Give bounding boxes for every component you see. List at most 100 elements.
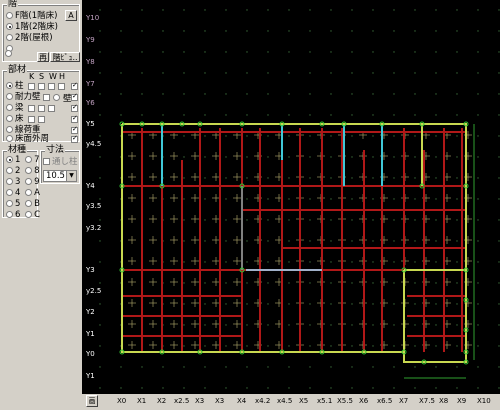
x-axis-label: X0 <box>117 397 127 405</box>
grid-dot <box>456 219 458 221</box>
material-radio-a[interactable] <box>25 189 33 196</box>
grid-dot <box>309 303 311 305</box>
floor-option-3[interactable]: 2階(屋根) <box>6 33 53 44</box>
through-column-option[interactable]: 通し柱 <box>43 157 78 168</box>
floor-a-button[interactable]: A <box>65 10 77 21</box>
material-row-1[interactable]: 1 7 <box>6 155 40 166</box>
grid-dot <box>351 198 353 200</box>
material-radio-5[interactable] <box>6 200 13 207</box>
member-floor-perimeter[interactable]: 床面外周 <box>6 134 49 145</box>
floor-radio-5[interactable] <box>5 50 12 57</box>
grid-dot <box>393 261 395 263</box>
grid-dot <box>309 198 311 200</box>
x-axis-label: X5.5 <box>337 397 353 405</box>
floor-radio-2[interactable] <box>6 23 13 30</box>
floor-visible-check[interactable] <box>71 114 78 123</box>
member-label-floor-perimeter: 床面外周 <box>15 134 50 144</box>
grid-dot <box>456 282 458 284</box>
grid-dot <box>246 156 248 158</box>
material-radio-2[interactable] <box>6 167 13 174</box>
material-row-4[interactable]: 4 A <box>6 188 40 199</box>
floor-perimeter-visible-check[interactable] <box>71 134 78 143</box>
member-beam[interactable]: 梁 <box>6 103 24 114</box>
floor-view-button[interactable]: 階ﾋﾞｭ.. <box>50 52 80 62</box>
grid-dot <box>351 156 353 158</box>
grid-dot <box>330 219 332 221</box>
grid-dot <box>435 240 437 242</box>
grid-dot <box>309 72 311 74</box>
column-visible-check[interactable] <box>71 81 78 90</box>
material-row-2[interactable]: 2 8 <box>6 166 40 177</box>
member-radio-floor[interactable] <box>6 115 13 122</box>
material-radio-c[interactable] <box>25 211 33 218</box>
floor-option-2[interactable]: 1階(2階床) <box>6 22 58 33</box>
material-radio-9[interactable] <box>25 178 33 185</box>
grid-dot <box>393 198 395 200</box>
wall-radio[interactable] <box>53 94 60 101</box>
grid-dot <box>456 366 458 368</box>
floor-k-check[interactable] <box>28 116 35 123</box>
grid-dot <box>414 156 416 158</box>
material-radio-6[interactable] <box>6 211 13 218</box>
material-row-6[interactable]: 6 C <box>6 210 40 221</box>
chevron-down-icon[interactable]: ▼ <box>66 171 76 181</box>
grid-dot <box>99 177 101 179</box>
material-radio-8[interactable] <box>25 167 33 174</box>
corner-button[interactable]: 画 <box>86 395 98 407</box>
floor-redraw-button[interactable]: 再 <box>37 52 49 62</box>
member-radio-column[interactable] <box>6 82 13 89</box>
member-column[interactable]: 柱 <box>6 81 24 92</box>
member-label-floor: 床 <box>15 114 24 124</box>
material-radio-b[interactable] <box>25 200 33 207</box>
dimension-select[interactable]: 10.5 ▼ <box>43 170 77 182</box>
floor-plan-drawing[interactable] <box>82 0 500 394</box>
material-radio-1[interactable] <box>6 156 13 163</box>
member-radio-line-load[interactable] <box>6 126 13 133</box>
member-radio-bearing-wall[interactable] <box>6 93 13 100</box>
floor-option-5[interactable] <box>5 49 14 60</box>
grid-dot <box>162 366 164 368</box>
grid-dot <box>267 345 269 347</box>
grid-dot <box>99 9 101 11</box>
beam-s-check[interactable] <box>38 105 45 112</box>
material-radio-3[interactable] <box>6 178 13 185</box>
floor-radio-1[interactable] <box>6 12 13 19</box>
through-column-check[interactable] <box>43 158 50 165</box>
grid-dot <box>288 135 290 137</box>
line-load-visible-check[interactable] <box>71 125 78 134</box>
member-floor[interactable]: 床 <box>6 114 24 125</box>
grid-dot <box>309 9 311 11</box>
column-k-check[interactable] <box>28 83 35 90</box>
member-radio-beam[interactable] <box>6 104 13 111</box>
grid-dot <box>477 9 479 11</box>
bearing-wall-check-1[interactable] <box>43 94 50 101</box>
grid-dot <box>225 219 227 221</box>
floor-option-1[interactable]: F階(1階床) <box>6 11 57 22</box>
column-h-check[interactable] <box>58 83 65 90</box>
grid-dot <box>309 240 311 242</box>
floor-radio-3[interactable] <box>6 34 13 41</box>
material-radio-4[interactable] <box>6 189 13 196</box>
grid-dot <box>246 303 248 305</box>
beam-w-check[interactable] <box>48 105 55 112</box>
beam-visible-check[interactable] <box>71 103 78 112</box>
grid-dot <box>498 366 500 368</box>
column-s-check[interactable] <box>38 83 45 90</box>
grid-dot <box>372 261 374 263</box>
grid-dot <box>393 303 395 305</box>
grid-dot <box>414 282 416 284</box>
beam-k-check[interactable] <box>28 105 35 112</box>
floor-plan-canvas[interactable]: Y10 Y9 Y8 Y7 Y6 Y5 y4.5 Y4 y3.5 y3.2 Y3 y2.5 Y2 Y1 Y0 Y… <box>82 0 500 394</box>
bearing-wall-visible-check[interactable] <box>71 92 78 101</box>
material-radio-7[interactable] <box>25 156 33 163</box>
member-radio-floor-perimeter[interactable] <box>6 135 13 142</box>
grid-dot <box>456 9 458 11</box>
material-row-5[interactable]: 5 B <box>6 199 40 210</box>
grid-dot <box>330 72 332 74</box>
grid-dot <box>183 156 185 158</box>
column-w-check[interactable] <box>48 83 55 90</box>
member-bearing-wall[interactable]: 耐力壁 <box>6 92 41 103</box>
material-row-3[interactable]: 3 9 <box>6 177 40 188</box>
floor-s-check[interactable] <box>38 116 45 123</box>
grid-dot <box>162 114 164 116</box>
